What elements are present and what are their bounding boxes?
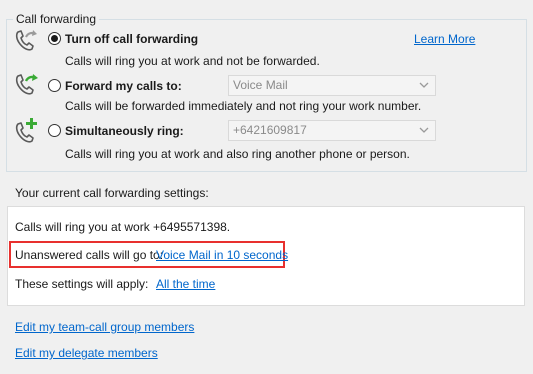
learn-more-link[interactable]: Learn More <box>414 31 475 47</box>
edit-team-call-link[interactable]: Edit my team-call group members <box>15 319 194 335</box>
unanswered-label: Unanswered calls will go to: <box>15 248 164 262</box>
radio-forward-calls[interactable] <box>48 79 61 92</box>
groupbox-title: Call forwarding <box>13 11 100 27</box>
radio-turn-off-forwarding[interactable] <box>48 32 61 45</box>
current-ring-line: Calls will ring you at work +6495571398. <box>15 220 231 234</box>
unanswered-target-link[interactable]: Voice Mail in 10 seconds <box>156 247 288 263</box>
phone-forward-arrow-icon <box>15 30 37 51</box>
phone-forward-green-arrow-icon <box>15 74 38 95</box>
option-forward-label[interactable]: Forward my calls to: <box>65 78 182 94</box>
apply-label: These settings will apply: <box>15 277 149 291</box>
edit-delegate-link[interactable]: Edit my delegate members <box>15 345 158 361</box>
current-settings-title: Your current call forwarding settings: <box>15 186 209 200</box>
chevron-down-icon <box>419 127 429 133</box>
option-simring-description: Calls will ring you at work and also rin… <box>65 147 410 161</box>
forward-target-select[interactable]: Voice Mail <box>228 75 436 96</box>
apply-schedule-link[interactable]: All the time <box>156 276 215 292</box>
forward-target-value: Voice Mail <box>233 78 288 92</box>
simring-target-select[interactable]: +6421609817 <box>228 120 436 141</box>
radio-simultaneously-ring[interactable] <box>48 124 61 137</box>
phone-plus-icon <box>15 118 37 143</box>
option-turn-off-description: Calls will ring you at work and not be f… <box>65 54 320 68</box>
option-simring-label[interactable]: Simultaneously ring: <box>65 123 184 139</box>
option-forward-description: Calls will be forwarded immediately and … <box>65 99 422 113</box>
chevron-down-icon <box>419 82 429 88</box>
option-turn-off-label[interactable]: Turn off call forwarding <box>65 31 198 47</box>
simring-target-value: +6421609817 <box>233 123 307 137</box>
